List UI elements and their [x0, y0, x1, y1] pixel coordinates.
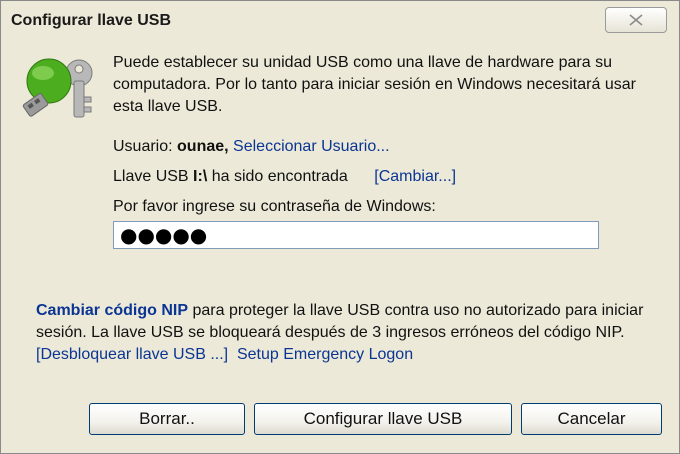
- nip-paragraph: Cambiar código NIP para proteger la llav…: [36, 300, 666, 366]
- close-icon: [629, 14, 643, 26]
- clear-button[interactable]: Borrar..: [89, 403, 245, 435]
- usb-key-prefix: Llave USB: [113, 168, 189, 185]
- select-user-link[interactable]: Seleccionar Usuario...: [233, 138, 390, 155]
- unlock-usb-link[interactable]: [Desbloquear llave USB ...]: [36, 346, 228, 363]
- change-usb-link[interactable]: [Cambiar...]: [374, 168, 456, 185]
- usb-key-line: Llave USB I:\ ha sido encontrada [Cambia…: [113, 166, 456, 188]
- usb-key-status: ha sido encontrada: [211, 168, 348, 185]
- close-button[interactable]: [605, 7, 667, 33]
- password-field[interactable]: [113, 221, 599, 249]
- user-name: ounae,: [177, 138, 229, 155]
- password-label: Por favor ingrese su contraseña de Windo…: [113, 198, 436, 215]
- emergency-logon-link[interactable]: Setup Emergency Logon: [237, 346, 413, 363]
- usb-drive-letter: I:\: [193, 168, 208, 185]
- dialog-window: Configurar llave USB Puede establecer su…: [0, 0, 680, 454]
- window-title: Configurar llave USB: [11, 12, 172, 29]
- change-nip-link[interactable]: Cambiar código NIP: [36, 302, 188, 319]
- user-label: Usuario:: [113, 138, 173, 155]
- intro-text: Puede establecer su unidad USB como una …: [113, 54, 636, 115]
- usb-key-icon: [22, 58, 93, 118]
- title-bar[interactable]: Configurar llave USB: [1, 1, 679, 41]
- dialog-content: Puede establecer su unidad USB como una …: [1, 41, 679, 453]
- cancel-button[interactable]: Cancelar: [521, 403, 662, 435]
- configure-usb-button[interactable]: Configurar llave USB: [254, 403, 512, 435]
- user-line: Usuario: ounae, Seleccionar Usuario...: [113, 136, 390, 158]
